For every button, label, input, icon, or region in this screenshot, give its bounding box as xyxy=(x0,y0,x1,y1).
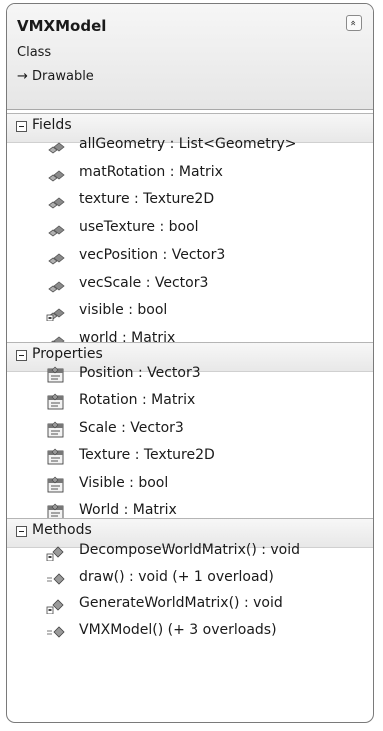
property-icon xyxy=(45,421,65,439)
member-row[interactable]: allGeometry : List<Geometry> xyxy=(7,133,373,160)
member-row[interactable]: Position : Vector3 xyxy=(7,362,373,389)
collapse-toggle-icon[interactable] xyxy=(16,350,27,361)
protected-method-icon xyxy=(45,543,65,562)
collapse-shape-button[interactable]: » xyxy=(346,15,362,31)
class-header[interactable]: VMXModel Class → Drawable » xyxy=(7,4,373,110)
member-row[interactable]: matRotation : Matrix xyxy=(7,161,373,188)
class-diagram-shape[interactable]: VMXModel Class → Drawable » Fields allGeo… xyxy=(6,3,374,723)
private-field-icon xyxy=(45,276,65,294)
private-field-icon xyxy=(45,192,65,210)
private-field-icon xyxy=(45,220,65,238)
member-label: texture : Texture2D xyxy=(79,191,215,208)
protected-field-icon xyxy=(45,303,65,322)
member-label: matRotation : Matrix xyxy=(79,163,223,180)
member-label: Texture : Texture2D xyxy=(79,447,215,464)
collapse-toggle-icon[interactable] xyxy=(16,121,27,132)
member-row[interactable]: vecScale : Vector3 xyxy=(7,272,373,299)
class-name: VMXModel xyxy=(17,17,107,35)
member-label: Rotation : Matrix xyxy=(79,392,196,409)
class-kind: Class xyxy=(17,45,52,60)
member-row[interactable]: Scale : Vector3 xyxy=(7,417,373,444)
member-row[interactable]: useTexture : bool xyxy=(7,216,373,243)
member-label: useTexture : bool xyxy=(79,219,199,236)
section-title: Properties xyxy=(32,346,103,362)
member-label: visible : bool xyxy=(79,302,168,319)
protected-method-icon xyxy=(45,596,65,615)
member-label: GenerateWorldMatrix() : void xyxy=(79,595,283,611)
member-row[interactable]: Texture : Texture2D xyxy=(7,444,373,471)
member-label: Position : Vector3 xyxy=(79,365,201,381)
member-label: vecPosition : Vector3 xyxy=(79,246,226,263)
member-label: vecScale : Vector3 xyxy=(79,274,209,291)
member-row[interactable]: Visible : bool xyxy=(7,472,373,499)
member-row[interactable]: texture : Texture2D xyxy=(7,188,373,215)
member-label: World : Matrix xyxy=(79,502,177,518)
section-title: Methods xyxy=(32,522,92,538)
member-row[interactable]: Rotation : Matrix xyxy=(7,389,373,416)
chevron-up-icon: » xyxy=(348,19,359,27)
property-icon xyxy=(45,476,65,494)
public-method-icon xyxy=(45,570,65,588)
member-row[interactable]: vecPosition : Vector3 xyxy=(7,244,373,271)
member-label: Visible : bool xyxy=(79,474,169,491)
public-method-icon xyxy=(45,623,65,641)
property-icon xyxy=(45,393,65,411)
property-icon xyxy=(45,448,65,466)
private-field-icon xyxy=(45,137,65,155)
collapse-toggle-icon[interactable] xyxy=(16,526,27,537)
member-row[interactable]: VMXModel() (+ 3 overloads) xyxy=(7,619,373,646)
private-field-icon xyxy=(45,165,65,183)
member-label: allGeometry : List<Geometry> xyxy=(79,136,297,152)
base-class-label: → Drawable xyxy=(17,69,94,84)
member-label: draw() : void (+ 1 overload) xyxy=(79,568,274,585)
private-field-icon xyxy=(45,248,65,266)
property-icon xyxy=(45,366,65,384)
section-title: Fields xyxy=(32,117,72,133)
member-row[interactable]: visible : bool xyxy=(7,299,373,326)
member-row[interactable]: GenerateWorldMatrix() : void xyxy=(7,592,373,619)
member-label: Scale : Vector3 xyxy=(79,419,184,436)
member-label: DecomposeWorldMatrix() : void xyxy=(79,542,301,558)
member-row[interactable]: DecomposeWorldMatrix() : void xyxy=(7,539,373,566)
member-label: VMXModel() (+ 3 overloads) xyxy=(79,621,277,638)
member-row[interactable]: draw() : void (+ 1 overload) xyxy=(7,566,373,593)
